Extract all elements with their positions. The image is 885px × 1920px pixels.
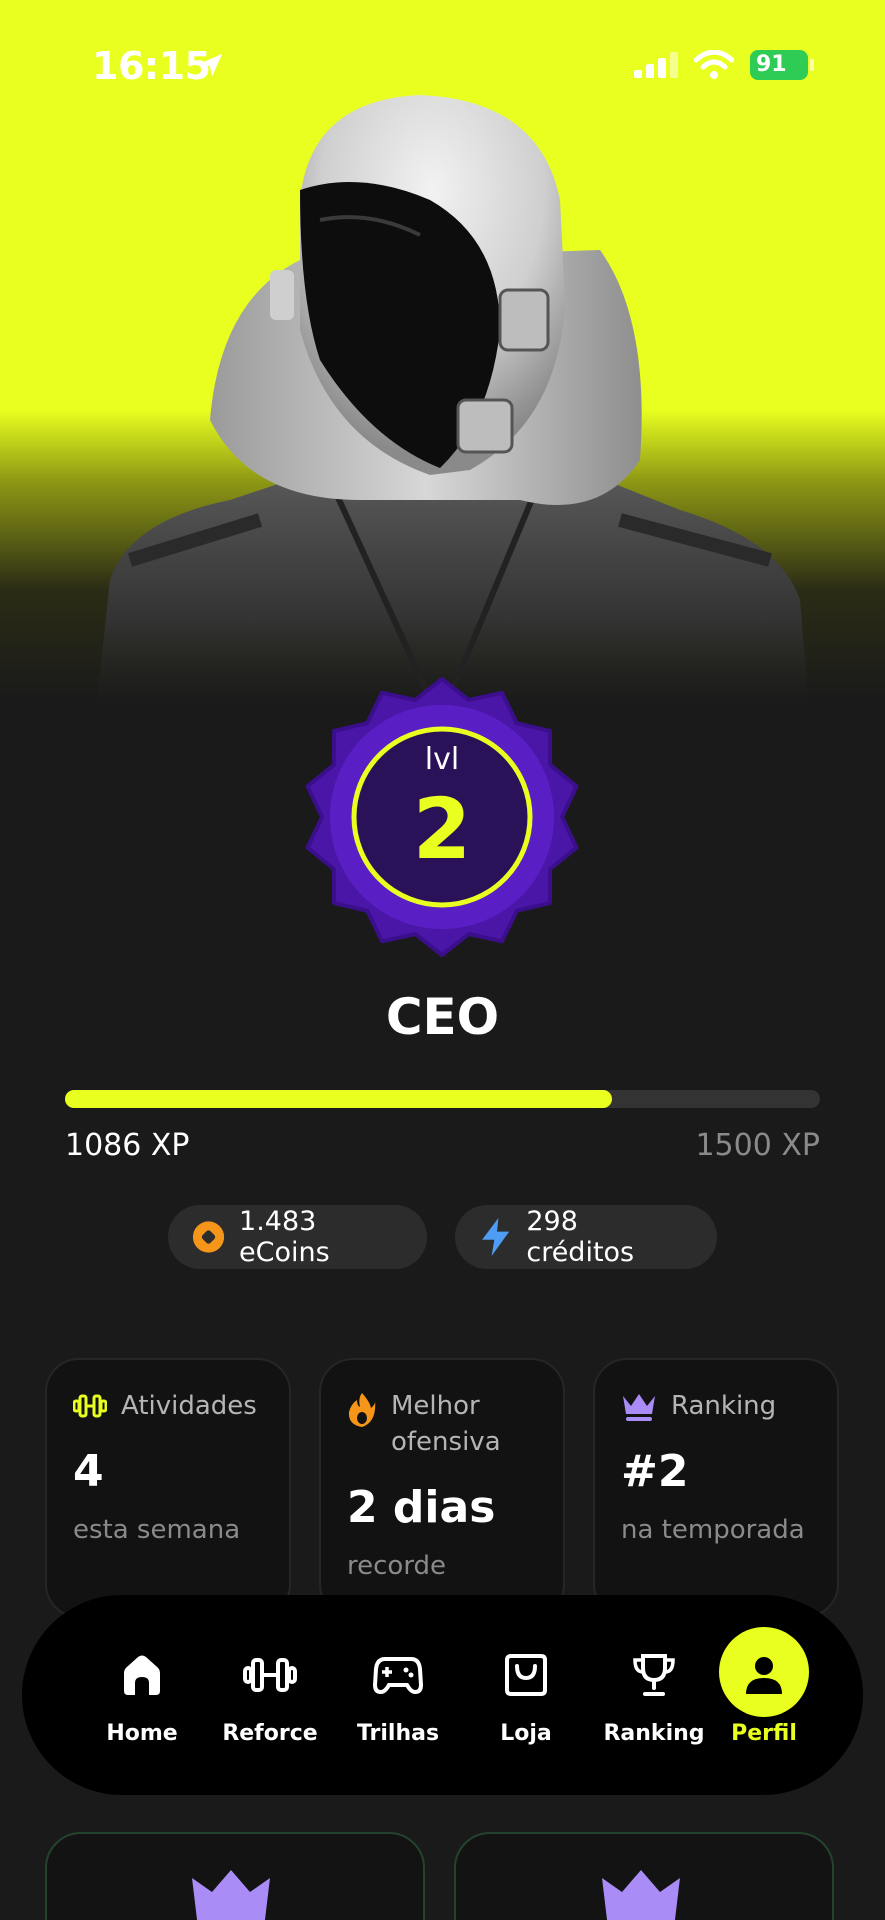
nav-item-ranking[interactable]: Ranking (590, 1595, 718, 1795)
lightning-icon (482, 1218, 510, 1256)
nav-item-loja[interactable]: Loja (462, 1595, 590, 1795)
fire-icon (348, 1393, 376, 1427)
role-title: CEO (385, 988, 500, 1046)
xp-target: 1500 XP (695, 1128, 820, 1163)
ecoins-pill[interactable]: 1.483 eCoins (168, 1205, 427, 1269)
stat-title: Atividades (121, 1391, 257, 1421)
status-time: 16:15 (92, 44, 211, 88)
location-arrow-icon (199, 53, 223, 77)
battery-cap (810, 59, 814, 71)
nav-label: Loja (500, 1721, 552, 1746)
stat-card-activities[interactable]: Atividades 4 esta semana (45, 1358, 291, 1618)
dumbbell-icon (73, 1394, 107, 1418)
stat-card-best-streak[interactable]: Melhor ofensiva 2 dias recorde (319, 1358, 565, 1618)
stat-card-ranking[interactable]: Ranking #2 na temporada (593, 1358, 839, 1618)
bottom-navigation: Home Reforce Trilhas Loja Ranking Perfil (22, 1595, 863, 1795)
stat-caption: recorde (347, 1551, 447, 1581)
crown-icon (192, 1870, 270, 1920)
nav-label: Home (106, 1721, 178, 1746)
nav-item-trilhas[interactable]: Trilhas (334, 1595, 462, 1795)
level-number: 2 (412, 780, 472, 878)
xp-current: 1086 XP (65, 1128, 190, 1163)
trophy-icon (633, 1654, 675, 1696)
nav-item-perfil[interactable]: Perfil (700, 1595, 828, 1795)
credits-label: 298 créditos (526, 1206, 635, 1268)
battery-level: 91 (756, 52, 787, 77)
ecoins-label: 1.483 eCoins (239, 1206, 330, 1268)
stat-title: Melhor ofensiva (391, 1391, 501, 1457)
dumbbell-icon (243, 1658, 297, 1692)
xp-progress-bar (65, 1090, 820, 1108)
nav-item-reforce[interactable]: Reforce (206, 1595, 334, 1795)
nav-label: Perfil (731, 1721, 797, 1746)
stat-value: 2 dias (347, 1482, 496, 1533)
coin-icon (192, 1221, 225, 1253)
status-bar: 16:15 91 (0, 0, 885, 130)
home-icon (124, 1655, 160, 1695)
gamepad-icon (373, 1657, 423, 1695)
wifi-icon (694, 50, 734, 79)
user-icon (746, 1657, 782, 1694)
battery-indicator: 91 (750, 50, 808, 80)
stat-value: 4 (73, 1446, 104, 1497)
stat-caption: esta semana (73, 1515, 241, 1545)
stat-title: Ranking (671, 1391, 777, 1421)
crown-icon (623, 1394, 655, 1421)
credits-pill[interactable]: 298 créditos (455, 1205, 717, 1269)
stat-caption: na temporada (621, 1515, 805, 1545)
nav-label: Trilhas (356, 1721, 440, 1746)
level-label: lvl (424, 742, 460, 777)
shopping-bag-icon (505, 1654, 547, 1696)
xp-progress-fill (65, 1090, 612, 1108)
stat-value: #2 (621, 1446, 689, 1497)
nav-label: Ranking (603, 1721, 705, 1746)
nav-label: Reforce (222, 1721, 318, 1746)
crown-icon (602, 1870, 680, 1920)
cellular-signal-icon (634, 52, 678, 78)
nav-item-home[interactable]: Home (78, 1595, 206, 1795)
